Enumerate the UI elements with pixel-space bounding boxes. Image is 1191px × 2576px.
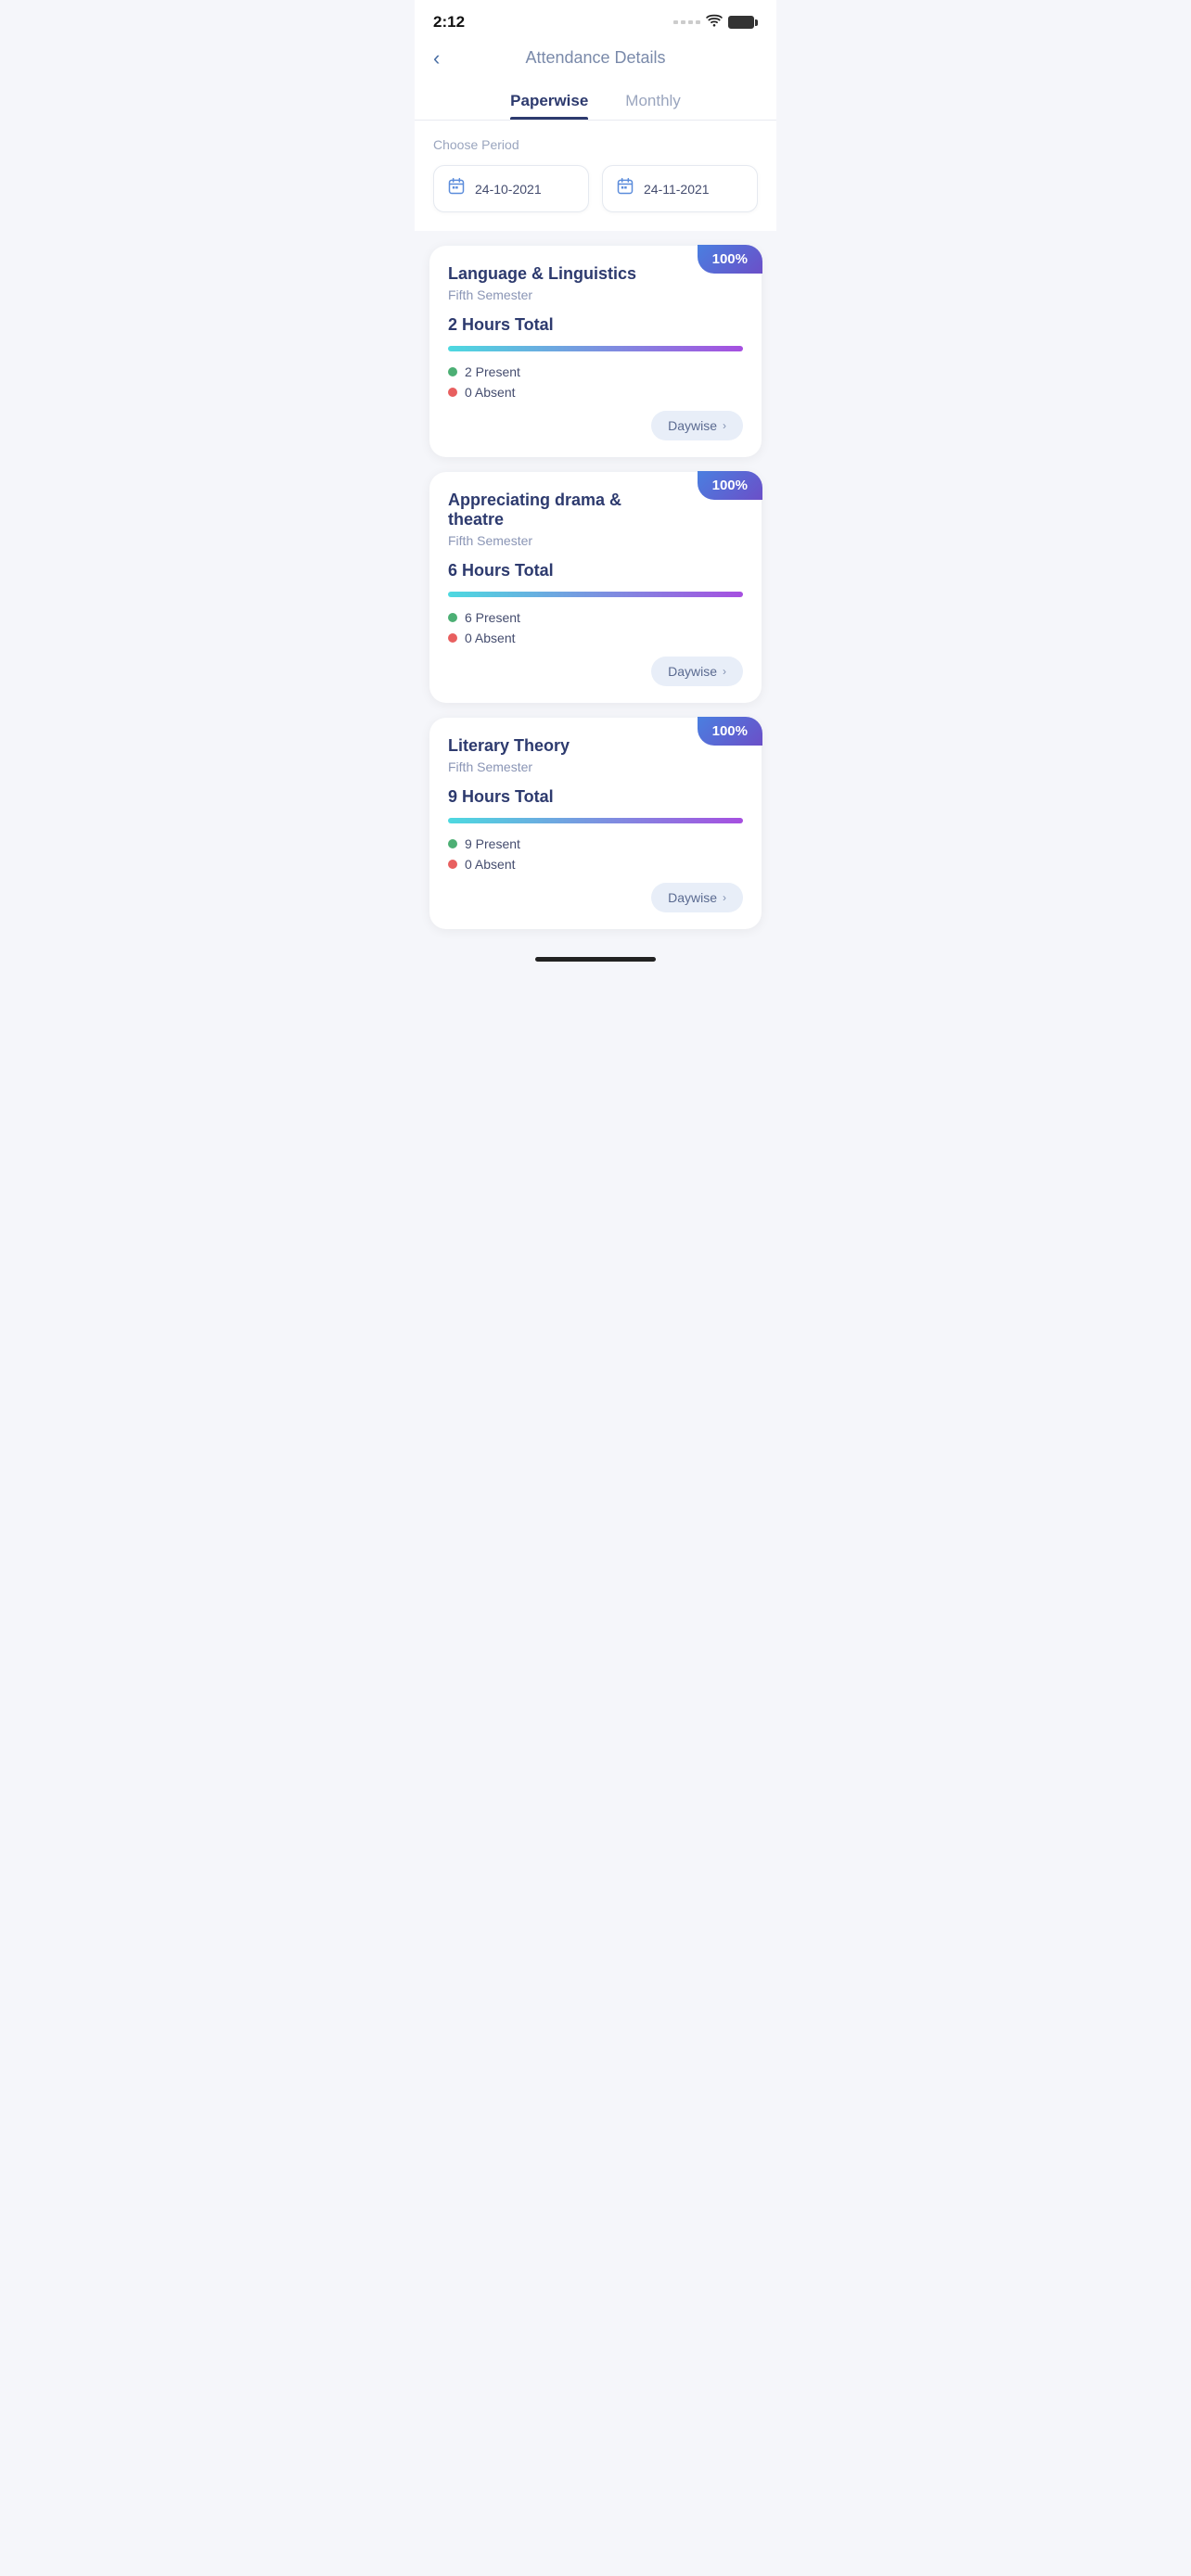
tab-monthly[interactable]: Monthly <box>625 92 681 120</box>
start-date-input[interactable]: 24-10-2021 <box>433 165 589 212</box>
card-language-linguistics: 100% Language & Linguistics Fifth Semest… <box>429 246 762 457</box>
calendar-start-icon <box>447 177 466 200</box>
percentage-badge-3: 100% <box>698 717 762 746</box>
cards-section: 100% Language & Linguistics Fifth Semest… <box>415 231 776 948</box>
hours-total-2: 6 Hours Total <box>448 561 743 580</box>
absent-dot-3 <box>448 860 457 869</box>
daywise-button-1[interactable]: Daywise › <box>651 411 743 440</box>
back-button[interactable]: ‹ <box>433 46 440 70</box>
absent-row-2: 0 Absent <box>448 631 743 645</box>
end-date-input[interactable]: 24-11-2021 <box>602 165 758 212</box>
card-footer-3: Daywise › <box>448 883 743 912</box>
absent-row-3: 0 Absent <box>448 857 743 872</box>
absent-count-3: 0 Absent <box>465 857 516 872</box>
present-dot-2 <box>448 613 457 622</box>
tabs-container: Paperwise Monthly <box>415 83 776 120</box>
battery-icon <box>728 16 758 29</box>
card-literary-theory: 100% Literary Theory Fifth Semester 9 Ho… <box>429 718 762 929</box>
progress-bar-1 <box>448 346 743 351</box>
present-count-2: 6 Present <box>465 610 520 625</box>
page-title: Attendance Details <box>525 48 665 68</box>
home-bar <box>535 957 656 962</box>
status-icons <box>673 14 758 32</box>
percentage-badge-1: 100% <box>698 245 762 274</box>
absent-dot-2 <box>448 633 457 643</box>
wifi-icon <box>706 14 723 32</box>
date-inputs: 24-10-2021 24-11-2021 <box>433 165 758 212</box>
status-time: 2:12 <box>433 13 465 32</box>
home-indicator <box>415 948 776 967</box>
present-row-1: 2 Present <box>448 364 743 379</box>
calendar-end-icon <box>616 177 634 200</box>
absent-count-2: 0 Absent <box>465 631 516 645</box>
absent-count-1: 0 Absent <box>465 385 516 400</box>
present-row-3: 9 Present <box>448 836 743 851</box>
card-footer-1: Daywise › <box>448 411 743 440</box>
period-label: Choose Period <box>433 137 758 152</box>
present-row-2: 6 Present <box>448 610 743 625</box>
present-dot-1 <box>448 367 457 376</box>
end-date-value: 24-11-2021 <box>644 182 710 197</box>
subject-title-2: Appreciating drama & theatre <box>448 491 743 529</box>
start-date-value: 24-10-2021 <box>475 182 542 197</box>
hours-total-1: 2 Hours Total <box>448 315 743 335</box>
semester-label-3: Fifth Semester <box>448 759 743 774</box>
attendance-stats-2: 6 Present 0 Absent <box>448 610 743 645</box>
card-drama-theatre: 100% Appreciating drama & theatre Fifth … <box>429 472 762 703</box>
progress-bar-2 <box>448 592 743 597</box>
period-section: Choose Period 24-10-2021 <box>415 121 776 231</box>
status-bar: 2:12 <box>415 0 776 39</box>
signal-icon <box>673 20 700 24</box>
header: ‹ Attendance Details <box>415 39 776 83</box>
semester-label-1: Fifth Semester <box>448 287 743 302</box>
present-count-3: 9 Present <box>465 836 520 851</box>
card-footer-2: Daywise › <box>448 657 743 686</box>
absent-row-1: 0 Absent <box>448 385 743 400</box>
attendance-stats-3: 9 Present 0 Absent <box>448 836 743 872</box>
subject-title-1: Language & Linguistics <box>448 264 743 284</box>
daywise-button-2[interactable]: Daywise › <box>651 657 743 686</box>
tab-paperwise[interactable]: Paperwise <box>510 92 588 120</box>
semester-label-2: Fifth Semester <box>448 533 743 548</box>
daywise-button-3[interactable]: Daywise › <box>651 883 743 912</box>
absent-dot-1 <box>448 388 457 397</box>
hours-total-3: 9 Hours Total <box>448 787 743 807</box>
attendance-stats-1: 2 Present 0 Absent <box>448 364 743 400</box>
chevron-right-icon-2: › <box>723 665 726 678</box>
percentage-badge-2: 100% <box>698 471 762 500</box>
present-count-1: 2 Present <box>465 364 520 379</box>
subject-title-3: Literary Theory <box>448 736 743 756</box>
chevron-right-icon-3: › <box>723 891 726 904</box>
progress-bar-3 <box>448 818 743 823</box>
chevron-right-icon-1: › <box>723 419 726 432</box>
present-dot-3 <box>448 839 457 848</box>
